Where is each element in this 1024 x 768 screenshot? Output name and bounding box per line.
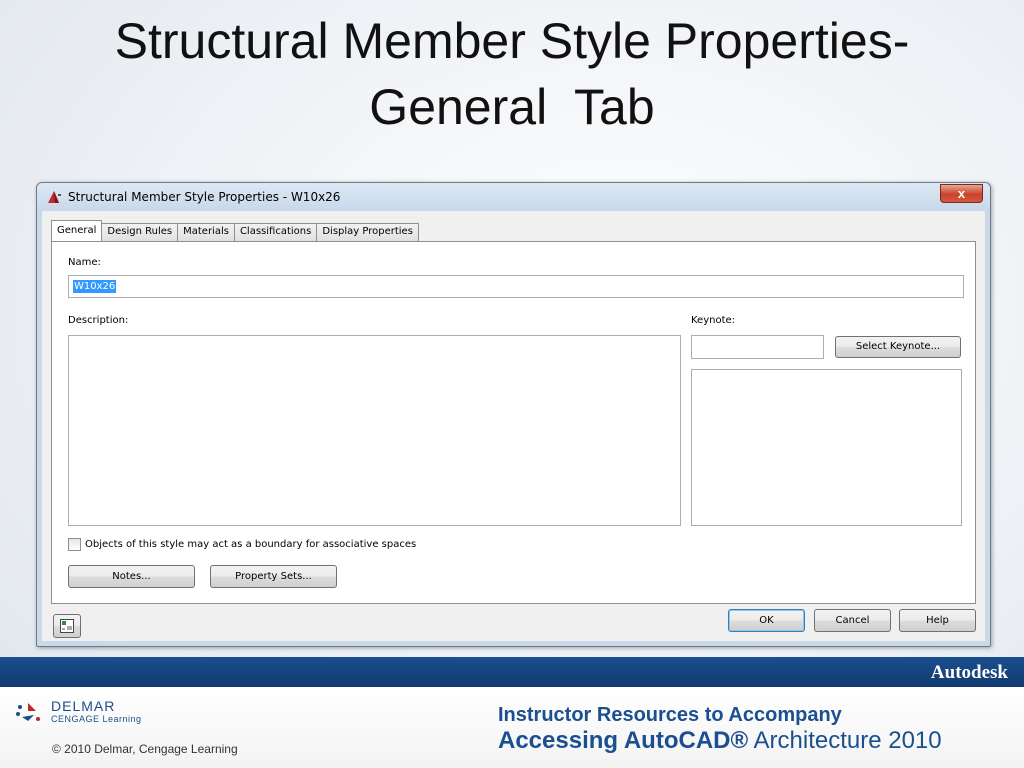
tab-classifications[interactable]: Classifications (233, 223, 318, 241)
name-input-value: W10x26 (73, 280, 117, 293)
notes-button[interactable]: Notes... (68, 565, 195, 588)
autodesk-logo: Autodesk (930, 662, 1008, 683)
keynote-input[interactable] (691, 335, 824, 359)
autocad-app-icon (48, 191, 61, 203)
dialog-client-area: General Design Rules Materials Classific… (43, 211, 984, 640)
footer-blue-band: Autodesk (0, 657, 1024, 687)
copyright-text: © 2010 Delmar, Cengage Learning (52, 742, 238, 756)
slide-footer: DELMAR CENGAGE Learning © 2010 Delmar, C… (0, 687, 1024, 768)
book-title-bold: Accessing AutoCAD® (498, 727, 749, 754)
close-button[interactable]: x (940, 184, 983, 203)
select-keynote-button[interactable]: Select Keynote... (835, 336, 961, 358)
style-manager-button[interactable] (53, 614, 81, 638)
delmar-subtitle: CENGAGE Learning (51, 714, 142, 724)
style-manager-icon (60, 619, 74, 633)
boundary-checkbox[interactable] (68, 538, 81, 551)
book-title: Accessing AutoCAD® Architecture 2010 (498, 727, 942, 755)
tab-display-properties[interactable]: Display Properties (316, 223, 419, 241)
slide-title-line-1: Structural Member Style Properties- (114, 13, 910, 69)
style-properties-dialog: Structural Member Style Properties - W10… (36, 182, 991, 647)
keynote-label: Keynote: (691, 315, 736, 326)
delmar-name: DELMAR (51, 698, 116, 714)
help-button[interactable]: Help (899, 609, 976, 632)
instructor-resources-text: Instructor Resources to Accompany (498, 704, 842, 726)
description-textarea[interactable] (68, 335, 681, 526)
slide-title-line-2: General Tab (369, 79, 655, 135)
dialog-titlebar[interactable]: Structural Member Style Properties - W10… (37, 183, 990, 211)
name-input[interactable]: W10x26 (68, 275, 964, 298)
tab-general[interactable]: General (51, 220, 103, 241)
description-label: Description: (68, 315, 129, 326)
ok-button[interactable]: OK (728, 609, 805, 632)
slide-title: Structural Member Style Properties- Gene… (0, 8, 1024, 140)
property-sets-button[interactable]: Property Sets... (210, 565, 337, 588)
general-tab-panel: Name: W10x26 Description: Keynote: Selec… (51, 241, 976, 604)
boundary-checkbox-label[interactable]: Objects of this style may act as a bound… (85, 539, 416, 550)
name-label: Name: (68, 257, 101, 268)
cancel-button[interactable]: Cancel (814, 609, 891, 632)
tab-materials[interactable]: Materials (177, 223, 235, 241)
keynote-details-box (691, 369, 962, 526)
book-title-rest: Architecture 2010 (748, 727, 942, 754)
tab-design-rules[interactable]: Design Rules (101, 223, 179, 241)
dialog-title: Structural Member Style Properties - W10… (68, 190, 341, 204)
close-icon: x (957, 186, 966, 201)
tab-strip: General Design Rules Materials Classific… (51, 220, 419, 241)
delmar-logo-icon (16, 703, 40, 721)
